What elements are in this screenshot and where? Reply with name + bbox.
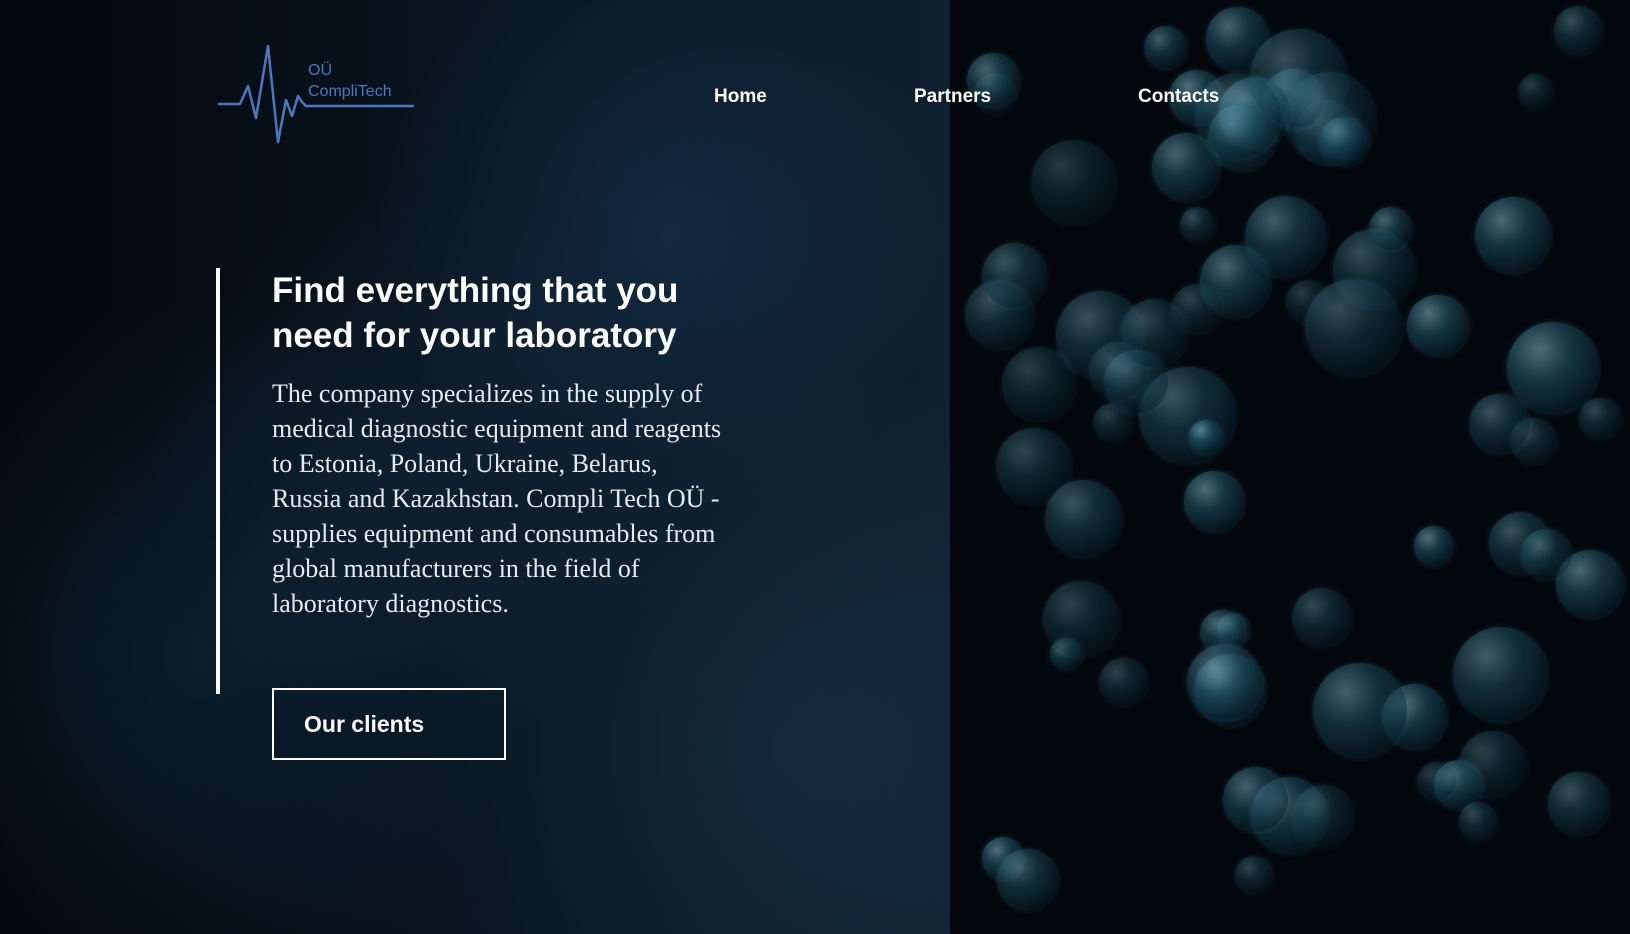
nav-partners-link[interactable]: Partners	[914, 86, 991, 108]
main-nav: Home Partners Contacts	[0, 86, 1630, 110]
molecule-bubble	[1186, 644, 1263, 720]
molecule-bubble	[1234, 855, 1274, 895]
hero-title: Find everything that you need for your l…	[272, 271, 679, 355]
molecule-bubble	[1188, 420, 1223, 454]
molecule-bubble	[1222, 766, 1289, 832]
molecule-bubble	[1244, 196, 1326, 278]
molecule-bubble	[1406, 294, 1469, 357]
hero-description: The company specializes in the supply of…	[272, 379, 722, 618]
molecule-bubble	[1031, 139, 1117, 225]
molecule-bubble	[1143, 26, 1187, 70]
molecule-bubble	[1458, 802, 1498, 842]
molecule-bubble	[1413, 526, 1454, 566]
molecule-bubble	[996, 849, 1058, 911]
molecule-bubble	[1453, 627, 1549, 723]
molecule-bubble	[1475, 197, 1552, 274]
molecule-bubble	[1179, 207, 1215, 242]
nav-home-link[interactable]: Home	[714, 86, 767, 108]
molecule-bubble	[1520, 528, 1572, 581]
background-molecules-image	[950, 0, 1630, 934]
molecule-bubble	[1469, 393, 1530, 455]
molecule-bubble	[1099, 657, 1148, 707]
molecule-bubble	[1183, 471, 1245, 533]
molecule-bubble	[1292, 785, 1354, 847]
accent-bar	[216, 268, 220, 694]
molecule-bubble	[1304, 279, 1403, 377]
molecule-bubble	[1045, 480, 1123, 558]
molecule-bubble	[982, 243, 1047, 308]
nav-contacts-link[interactable]: Contacts	[1138, 86, 1219, 108]
molecule-bubble	[1578, 397, 1621, 440]
molecule-bubble	[1547, 772, 1610, 835]
molecule-bubble	[1172, 283, 1222, 334]
molecule-bubble	[1043, 580, 1120, 657]
molecule-bubble	[1312, 663, 1408, 758]
logo-line1: OÜ	[308, 62, 332, 79]
molecule-bubble	[1368, 207, 1412, 251]
molecule-bubble	[1507, 321, 1600, 414]
molecule-bubble	[1291, 587, 1351, 647]
our-clients-button[interactable]: Our clients	[272, 688, 506, 760]
molecule-bubble	[1417, 761, 1456, 801]
molecule-bubble	[1319, 116, 1369, 166]
molecule-bubble	[1553, 6, 1603, 55]
molecule-bubble	[1458, 730, 1527, 799]
